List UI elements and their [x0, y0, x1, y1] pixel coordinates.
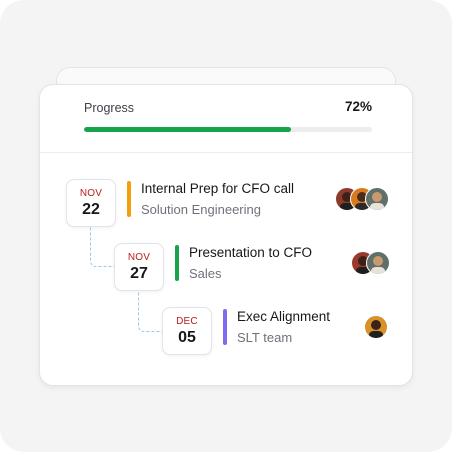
date-badge: DEC 05 [162, 307, 212, 355]
avatar-person-icon[interactable] [364, 315, 388, 339]
timeline-connector [138, 290, 163, 332]
event-title[interactable]: Exec Alignment [237, 309, 330, 324]
date-day: 22 [82, 201, 100, 218]
event-row[interactable]: NOV 27 Presentation to CFO Sales [114, 243, 396, 291]
date-day: 27 [130, 265, 148, 282]
attendee-avatars[interactable] [351, 251, 396, 275]
progress-section: Progress 72% [40, 85, 412, 153]
timeline-card: Progress 72% NOV 22 Internal Prep for CF… [39, 84, 413, 386]
event-accent-bar [175, 245, 179, 281]
avatar-person-icon[interactable] [366, 251, 390, 275]
event-accent-bar [223, 309, 227, 345]
date-month: NOV [127, 252, 151, 263]
date-badge: NOV 22 [66, 179, 116, 227]
timeline-connector [90, 225, 115, 267]
progress-label: Progress [84, 101, 135, 115]
event-subtitle: Sales [189, 266, 222, 281]
date-month: NOV [79, 188, 103, 199]
avatar-person-icon[interactable] [365, 187, 389, 211]
event-title[interactable]: Internal Prep for CFO call [141, 181, 294, 196]
event-row[interactable]: DEC 05 Exec Alignment SLT team [162, 307, 396, 355]
event-accent-bar [127, 181, 131, 217]
date-month: DEC [176, 316, 198, 327]
event-row[interactable]: NOV 22 Internal Prep for CFO call Soluti… [66, 179, 396, 227]
progress-bar-fill [84, 127, 292, 132]
event-title[interactable]: Presentation to CFO [189, 245, 312, 260]
attendee-avatars[interactable] [364, 315, 388, 339]
event-subtitle: SLT team [237, 330, 293, 345]
progress-percentage: 72% [344, 99, 372, 114]
progress-bar-track [84, 127, 372, 132]
event-subtitle: Solution Engineering [141, 202, 261, 217]
date-day: 05 [178, 329, 196, 346]
date-badge: NOV 27 [114, 243, 164, 291]
attendee-avatars[interactable] [335, 187, 395, 211]
